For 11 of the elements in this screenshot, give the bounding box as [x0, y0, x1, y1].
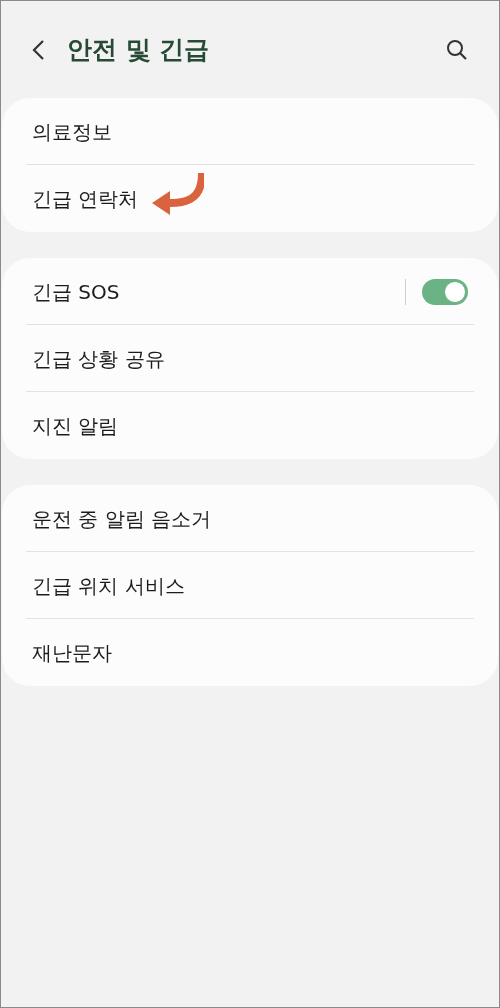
page-title: 안전 및 긴급: [67, 33, 210, 66]
setting-label[interactable]: 지진 알림: [32, 410, 119, 441]
setting-label[interactable]: 재난문자: [32, 637, 112, 668]
toggle-switch[interactable]: [422, 278, 468, 305]
setting-label[interactable]: 긴급 SOS: [32, 276, 120, 307]
search-icon[interactable]: [445, 37, 469, 62]
setting-label[interactable]: 긴급 연락처: [32, 183, 139, 214]
setting-label[interactable]: 운전 중 알림 음소거: [32, 503, 212, 534]
setting-label[interactable]: 의료정보: [32, 116, 112, 147]
setting-label[interactable]: 긴급 상황 공유: [32, 343, 165, 374]
setting-label[interactable]: 긴급 위치 서비스: [32, 570, 185, 601]
